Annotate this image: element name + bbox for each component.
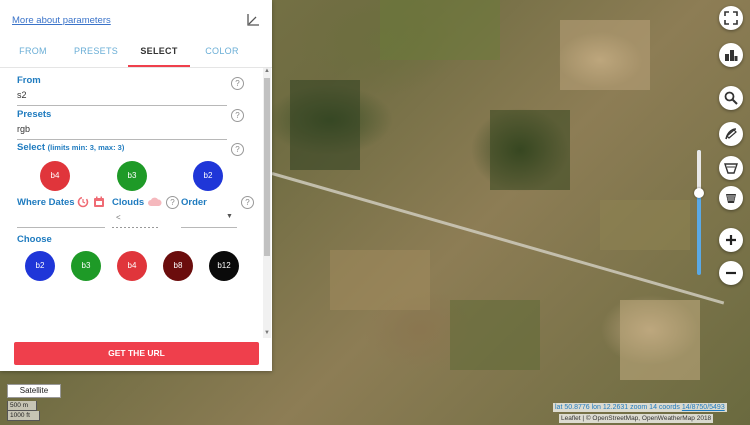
presets-input[interactable]: rgb <box>17 124 30 134</box>
tab-bar: FROM PRESETS SELECT COLOR <box>0 40 272 68</box>
select-label: Select (limits min: 3, max: 3) <box>17 142 124 153</box>
choose-band-b8[interactable]: b8 <box>163 251 193 281</box>
get-url-button[interactable]: GET THE URL <box>14 342 259 365</box>
tab-from[interactable]: FROM <box>12 40 54 65</box>
tab-color[interactable]: COLOR <box>198 40 246 65</box>
collapse-panel-icon[interactable] <box>246 13 260 27</box>
parameters-panel: More about parameters FROM PRESETS SELEC… <box>0 0 272 371</box>
help-icon[interactable]: ? <box>231 77 244 90</box>
order-label: Order <box>181 197 207 208</box>
from-underline <box>17 105 227 106</box>
zoom-in-icon <box>726 235 736 245</box>
presets-underline <box>17 139 227 140</box>
choose-band-b2[interactable]: b2 <box>25 251 55 281</box>
buildings-button[interactable] <box>719 43 743 67</box>
from-label: From <box>17 75 41 86</box>
map-attribution[interactable]: Leaflet | © OpenStreetMap, OpenWeatherMa… <box>559 414 714 423</box>
cloud-icon <box>148 197 162 206</box>
choose-band-b3[interactable]: b3 <box>71 251 101 281</box>
choose-band-b12[interactable]: b12 <box>209 251 239 281</box>
panel-scrollbar[interactable]: ▲ ▼ <box>263 68 271 338</box>
choose-label: Choose <box>17 234 52 245</box>
zoom-out-icon <box>726 271 736 275</box>
tab-presets[interactable]: PRESETS <box>70 40 122 65</box>
from-input[interactable]: s2 <box>17 90 27 100</box>
map-field <box>380 0 500 60</box>
help-icon[interactable]: ? <box>166 196 179 209</box>
clouds-underline <box>112 227 160 228</box>
tile-coords-link[interactable]: 14/8750/5493 <box>682 404 725 411</box>
dates-underline <box>17 227 105 228</box>
selected-band-b2[interactable]: b2 <box>193 161 223 191</box>
help-icon[interactable]: ? <box>231 109 244 122</box>
map-field <box>620 300 700 380</box>
draw-icon <box>725 128 737 140</box>
presets-label: Presets <box>17 109 52 120</box>
more-about-parameters-link[interactable]: More about parameters <box>12 15 111 26</box>
order-dropdown-arrow-icon[interactable]: ▼ <box>226 213 233 220</box>
draw-button[interactable] <box>719 122 743 146</box>
where-dates-label: Where Dates <box>17 197 75 208</box>
area-button[interactable] <box>719 156 743 180</box>
map-field <box>560 20 650 90</box>
bucket-icon <box>726 194 736 203</box>
reset-dates-icon[interactable] <box>77 196 89 208</box>
clouds-label: Clouds <box>112 197 145 208</box>
fullscreen-icon <box>724 11 738 25</box>
buildings-icon <box>725 50 738 61</box>
selected-band-b3[interactable]: b3 <box>117 161 147 191</box>
map-field <box>450 300 540 370</box>
scroll-up-icon[interactable]: ▲ <box>264 68 270 74</box>
map-field <box>600 200 690 250</box>
scroll-thumb[interactable] <box>264 78 270 256</box>
scale-metric: 500 m <box>7 401 37 411</box>
bucket-button[interactable] <box>719 186 743 210</box>
search-icon <box>724 91 738 105</box>
coordinates-readout: lat 50.8776 lon 12.2631 zoom 14 coords 1… <box>553 403 727 412</box>
panel-content: From ? s2 Presets ? rgb Select (limits m… <box>0 68 262 338</box>
zoom-out-button[interactable] <box>719 261 743 285</box>
fullscreen-button[interactable] <box>719 6 743 30</box>
opacity-slider-empty <box>697 150 701 192</box>
area-icon <box>724 163 738 174</box>
help-icon[interactable]: ? <box>241 196 254 209</box>
selected-band-b4[interactable]: b4 <box>40 161 70 191</box>
scale-imperial: 1000 ft <box>7 411 40 421</box>
order-underline <box>181 227 237 228</box>
select-limits: (limits min: 3, max: 3) <box>47 143 125 152</box>
map-field <box>490 110 570 190</box>
map-field <box>330 250 430 310</box>
opacity-slider-handle[interactable] <box>694 188 704 198</box>
basemap-switcher-button[interactable]: Satellite <box>7 384 61 398</box>
map-field <box>290 80 360 170</box>
calendar-icon[interactable] <box>93 196 105 208</box>
choose-band-b4[interactable]: b4 <box>117 251 147 281</box>
search-button[interactable] <box>719 86 743 110</box>
coordinates-text: lat 50.8776 lon 12.2631 zoom 14 coords <box>555 404 680 411</box>
tab-select[interactable]: SELECT <box>128 40 190 67</box>
help-icon[interactable]: ? <box>231 143 244 156</box>
zoom-in-button[interactable] <box>719 228 743 252</box>
clouds-select[interactable]: < <box>116 213 121 222</box>
scroll-down-icon[interactable]: ▼ <box>264 330 270 336</box>
select-label-text: Select <box>17 142 45 153</box>
